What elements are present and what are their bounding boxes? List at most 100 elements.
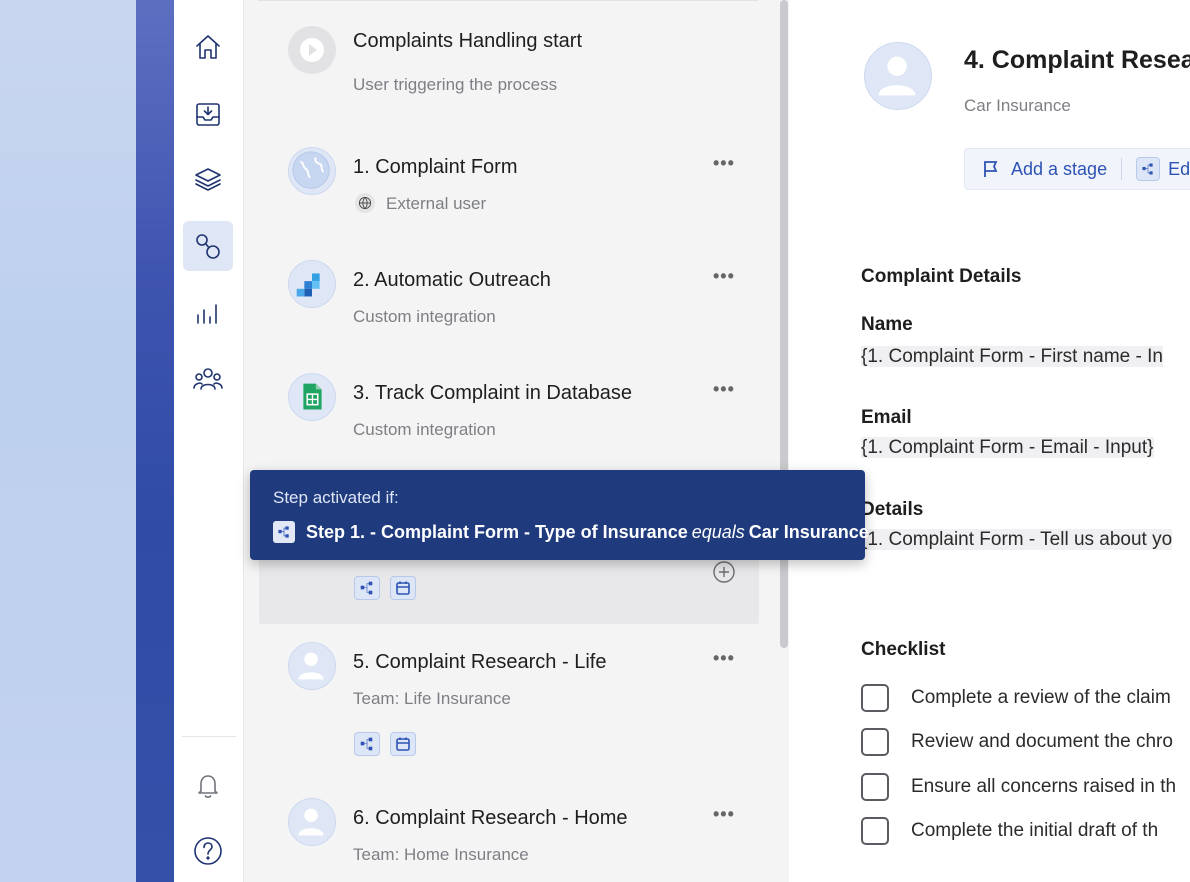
- bell-icon: [198, 775, 218, 798]
- step-avatar: [288, 260, 336, 308]
- branch-icon: [278, 526, 289, 538]
- step-complaint-form[interactable]: 1. Complaint Form External user •••: [258, 120, 758, 230]
- step-title: 1. Complaint Form: [353, 156, 518, 178]
- process-icon: [196, 234, 220, 259]
- external-user-badge: [355, 193, 375, 213]
- checkbox[interactable]: [861, 817, 889, 845]
- step-subtitle: External user: [386, 194, 487, 213]
- checklist-item-text: Complete the initial draft of th: [911, 820, 1159, 841]
- inbox-button[interactable]: [183, 89, 233, 139]
- team-icon: [193, 368, 223, 390]
- team-avatar-icon: [298, 808, 324, 836]
- step-complaint-research-home[interactable]: 6. Complaint Research - Home Team: Home …: [258, 782, 758, 882]
- step-title: Complaints Handling start: [353, 30, 582, 52]
- checklist-item: Ensure all concerns raised in th: [861, 773, 1176, 801]
- step-menu-button[interactable]: •••: [713, 648, 735, 669]
- edit-label: Ed: [1168, 158, 1190, 179]
- detail-title: 4. Complaint Resear: [964, 46, 1190, 74]
- step-subtitle: Team: Home Insurance: [353, 845, 529, 864]
- condition-tooltip: Step activated if: Step 1. - Complaint F…: [250, 470, 869, 560]
- toolbar-divider: [1121, 158, 1123, 180]
- step-subtitle: Custom integration: [353, 420, 496, 439]
- step-subtitle: Team: Life Insurance: [353, 689, 511, 708]
- checklist-item: Complete a review of the claim: [861, 684, 1171, 712]
- home-button[interactable]: [183, 22, 233, 72]
- checklist-item-text: Ensure all concerns raised in th: [911, 776, 1177, 797]
- play-icon: [300, 38, 324, 62]
- help-icon: [194, 837, 222, 865]
- checkbox[interactable]: [861, 728, 889, 756]
- team-button[interactable]: [183, 354, 233, 404]
- condition-subject: Step 1. - Complaint Form - Type of Insur…: [306, 521, 688, 542]
- checkbox[interactable]: [861, 684, 889, 712]
- edit-branching-button[interactable]: Ed: [1136, 157, 1190, 181]
- checkbox[interactable]: [861, 773, 889, 801]
- add-step-button[interactable]: [713, 561, 735, 583]
- deadline-chip[interactable]: [390, 576, 416, 600]
- step-avatar: [288, 147, 336, 195]
- branch-chip: [1136, 157, 1161, 181]
- field-value-details: {1. Complaint Form - Tell us about yo: [861, 529, 1173, 551]
- condition-operator: equals: [691, 521, 745, 542]
- layers-button[interactable]: [183, 154, 233, 204]
- step-subtitle: User triggering the process: [353, 75, 558, 94]
- step-title: 2. Automatic Outreach: [353, 269, 551, 291]
- step-menu-button[interactable]: •••: [713, 379, 735, 400]
- add-stage-button[interactable]: Add a stage: [981, 159, 1107, 180]
- field-token: {1. Complaint Form - Email - Input}: [861, 437, 1154, 458]
- home-icon: [196, 35, 220, 59]
- checklist-item-text: Review and document the chro: [911, 731, 1173, 752]
- branch-icon: [360, 737, 373, 751]
- step-start[interactable]: Complaints Handling start User triggerin…: [258, 0, 758, 120]
- step-title: 5. Complaint Research - Life: [353, 651, 607, 673]
- branching-chip[interactable]: [354, 576, 380, 600]
- step-menu-button[interactable]: •••: [713, 153, 735, 174]
- plus-circle-icon: [713, 561, 735, 583]
- deadline-chip[interactable]: [390, 732, 416, 756]
- globe-small-icon: [358, 196, 372, 210]
- team-avatar-icon: [878, 56, 916, 96]
- layers-icon: [195, 168, 221, 191]
- step-subtitle: Custom integration: [353, 307, 496, 326]
- step-avatar: [288, 642, 336, 690]
- checklist-item: Review and document the chro: [861, 728, 1173, 756]
- step-avatar: [288, 373, 336, 421]
- step-menu-button[interactable]: •••: [713, 266, 735, 287]
- start-avatar: [288, 26, 336, 74]
- step-detail-panel: 4. Complaint Resear Car Insurance Add a …: [789, 0, 1190, 882]
- background-left: [0, 0, 138, 882]
- step-automatic-outreach[interactable]: 2. Automatic Outreach Custom integration…: [258, 233, 758, 343]
- checklist-title: Checklist: [861, 639, 946, 660]
- section-title: Complaint Details: [861, 266, 1022, 287]
- flag-icon: [984, 161, 998, 177]
- icon-rail: [174, 0, 244, 882]
- detail-avatar: [864, 42, 932, 110]
- field-label-email: Email: [861, 407, 912, 428]
- step-complaint-research-life[interactable]: 5. Complaint Research - Life Team: Life …: [258, 626, 758, 776]
- notifications-button[interactable]: [183, 760, 233, 810]
- step-track-complaint[interactable]: 3. Track Complaint in Database Custom in…: [258, 346, 758, 456]
- help-button[interactable]: [183, 826, 233, 876]
- team-avatar-icon: [298, 652, 324, 680]
- branching-chip[interactable]: [354, 732, 380, 756]
- detail-toolbar: Add a stage Ed: [964, 148, 1190, 190]
- analytics-button[interactable]: [183, 288, 233, 338]
- branch-chip: [273, 521, 295, 543]
- tooltip-condition: Step 1. - Complaint Form - Type of Insur…: [273, 521, 869, 543]
- field-value-name: {1. Complaint Form - First name - In: [861, 346, 1163, 368]
- inbox-icon: [196, 103, 220, 126]
- checklist-item: Complete the initial draft of th: [861, 817, 1158, 845]
- step-title: 3. Track Complaint in Database: [353, 382, 633, 404]
- branch-icon: [360, 581, 373, 595]
- step-menu-button[interactable]: •••: [713, 804, 735, 825]
- field-token: {1. Complaint Form - First name - In: [861, 346, 1163, 367]
- globe-icon: [292, 151, 330, 189]
- step-avatar: [288, 798, 336, 846]
- add-stage-label: Add a stage: [1011, 158, 1108, 179]
- process-button[interactable]: [183, 221, 233, 271]
- checklist-item-text: Complete a review of the claim: [911, 687, 1171, 708]
- field-value-email: {1. Complaint Form - Email - Input}: [861, 437, 1154, 459]
- field-label-name: Name: [861, 314, 913, 335]
- integration-icon: [296, 273, 320, 297]
- rail-divider: [182, 736, 236, 737]
